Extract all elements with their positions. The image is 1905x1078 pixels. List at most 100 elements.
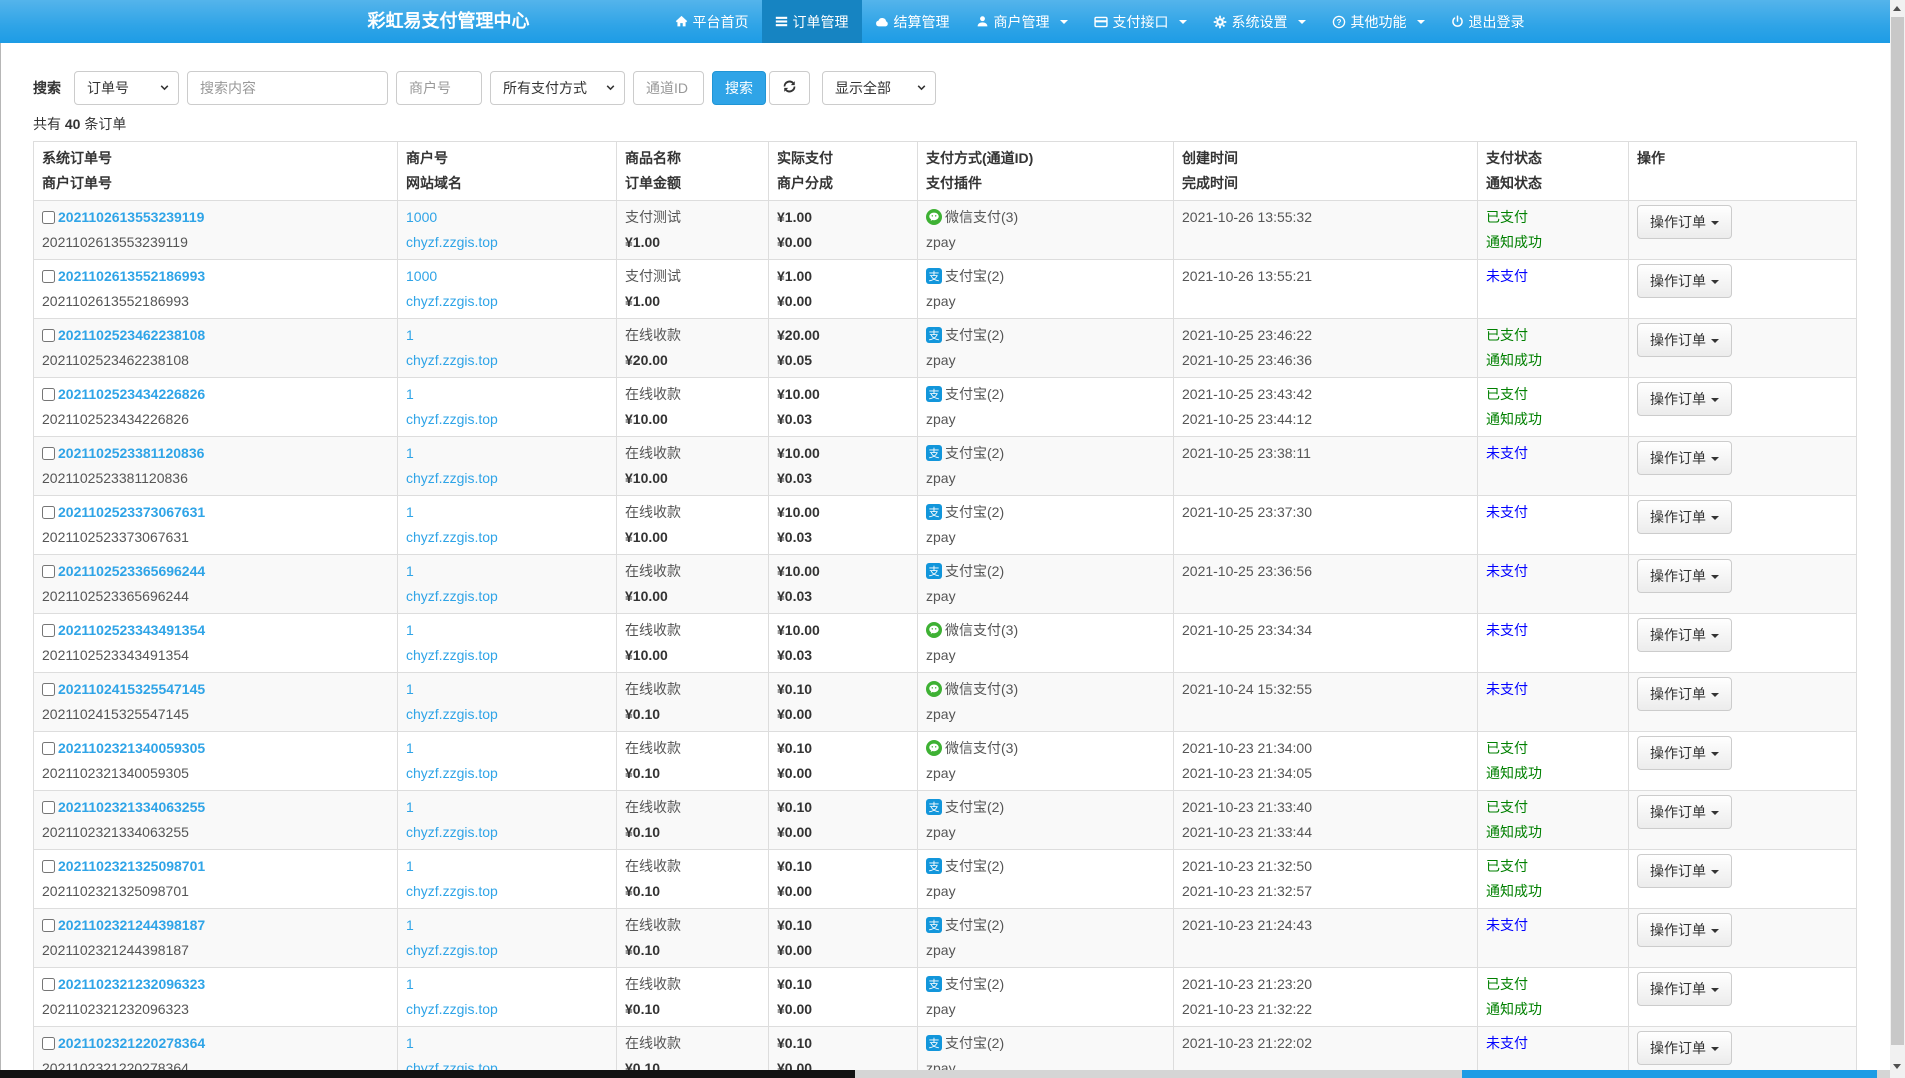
merchant-id-link[interactable]: 1 [406,858,414,874]
order-type-select[interactable]: 订单号 [74,71,179,105]
order-action-button[interactable]: 操作订单 [1637,854,1732,888]
merchant-id-link[interactable]: 1 [406,445,414,461]
order-action-button[interactable]: 操作订单 [1637,323,1732,357]
order-id-link[interactable]: 2021102321220278364 [58,1035,205,1051]
order-action-button[interactable]: 操作订单 [1637,677,1732,711]
order-action-button[interactable]: 操作订单 [1637,736,1732,770]
order-action-button[interactable]: 操作订单 [1637,500,1732,534]
order-checkbox[interactable] [42,1037,55,1050]
site-domain-link[interactable]: chyzf.zzgis.top [406,1001,498,1017]
order-action-button[interactable]: 操作订单 [1637,972,1732,1006]
merchant-id-link[interactable]: 1000 [406,209,437,225]
notify-status [1486,702,1620,727]
order-id-link[interactable]: 2021102415325547145 [58,681,205,697]
site-domain-link[interactable]: chyzf.zzgis.top [406,883,498,899]
merchant-id-link[interactable]: 1 [406,976,414,992]
merchant-id-link[interactable]: 1 [406,740,414,756]
order-id-link[interactable]: 2021102523343491354 [58,622,205,638]
order-checkbox[interactable] [42,683,55,696]
merchant-id-link[interactable]: 1 [406,799,414,815]
order-checkbox[interactable] [42,742,55,755]
order-checkbox[interactable] [42,860,55,873]
vertical-scrollbar-thumb[interactable] [1891,17,1904,1045]
order-checkbox[interactable] [42,447,55,460]
order-checkbox[interactable] [42,211,55,224]
order-id-link[interactable]: 2021102321325098701 [58,858,205,874]
order-checkbox[interactable] [42,270,55,283]
site-domain-link[interactable]: chyzf.zzgis.top [406,647,498,663]
vertical-scrollbar[interactable] [1890,0,1905,1078]
nav-item-settings[interactable]: 系统设置 [1200,0,1319,43]
order-id-link[interactable]: 2021102613552186993 [58,268,205,284]
horizontal-scrollbar[interactable] [0,1070,1890,1078]
nav-item-home[interactable]: 平台首页 [662,0,762,43]
order-action-button[interactable]: 操作订单 [1637,382,1732,416]
order-action-button[interactable]: 操作订单 [1637,441,1732,475]
paytype-select[interactable]: 所有支付方式 [490,71,625,105]
order-checkbox[interactable] [42,624,55,637]
merchant-id-link[interactable]: 1 [406,1035,414,1051]
search-button[interactable]: 搜索 [712,71,766,105]
order-id-link[interactable]: 2021102523373067631 [58,504,205,520]
refresh-button[interactable] [769,71,810,105]
site-domain-link[interactable]: chyzf.zzgis.top [406,588,498,604]
site-domain-line: chyzf.zzgis.top [406,997,608,1022]
order-checkbox[interactable] [42,388,55,401]
nav-item-settlement[interactable]: 结算管理 [862,0,963,43]
merchant-id-link[interactable]: 1 [406,917,414,933]
order-action-button[interactable]: 操作订单 [1637,795,1732,829]
search-bar: 搜索 订单号 所有支付方式 搜索 [33,71,1857,105]
order-checkbox[interactable] [42,919,55,932]
merchant-id-link[interactable]: 1 [406,327,414,343]
merchant-id-link[interactable]: 1 [406,563,414,579]
filter-select[interactable]: 显示全部 [822,71,936,105]
order-id-link[interactable]: 2021102523381120836 [58,445,204,461]
order-checkbox[interactable] [42,565,55,578]
merchant-id-link[interactable]: 1 [406,386,414,402]
order-action-button[interactable]: 操作订单 [1637,205,1732,239]
site-domain-link[interactable]: chyzf.zzgis.top [406,470,498,486]
nav-item-logout[interactable]: 退出登录 [1438,0,1538,43]
order-checkbox[interactable] [42,329,55,342]
search-content-input[interactable] [187,71,388,105]
merchant-id-link[interactable]: 1 [406,504,414,520]
merchant-id-input[interactable] [396,71,482,105]
order-id-link[interactable]: 2021102321340059305 [58,740,205,756]
site-domain-link[interactable]: chyzf.zzgis.top [406,352,498,368]
merchant-id-link[interactable]: 1 [406,622,414,638]
site-domain-link[interactable]: chyzf.zzgis.top [406,942,498,958]
order-action-button[interactable]: 操作订单 [1637,618,1732,652]
site-domain-link[interactable]: chyzf.zzgis.top [406,529,498,545]
site-domain-link[interactable]: chyzf.zzgis.top [406,411,498,427]
order-action-button[interactable]: 操作订单 [1637,1031,1732,1065]
nav-item-merchants[interactable]: 商户管理 [963,0,1081,43]
horizontal-scrollbar-thumb[interactable] [0,1070,855,1078]
order-id-link[interactable]: 2021102321244398187 [58,917,205,933]
site-domain-link[interactable]: chyzf.zzgis.top [406,706,498,722]
site-domain-link[interactable]: chyzf.zzgis.top [406,765,498,781]
order-id-link[interactable]: 2021102523434226826 [58,386,205,402]
order-checkbox[interactable] [42,801,55,814]
site-domain-link[interactable]: chyzf.zzgis.top [406,234,498,250]
order-action-button[interactable]: 操作订单 [1637,559,1732,593]
channel-id-input[interactable] [633,71,704,105]
scroll-down-arrow-icon[interactable] [1893,1064,1901,1069]
nav-item-orders[interactable]: 订单管理 [762,0,862,43]
merchant-id-link[interactable]: 1000 [406,268,437,284]
nav-item-other[interactable]: ?其他功能 [1319,0,1438,43]
order-id-link[interactable]: 2021102321334063255 [58,799,205,815]
nav-item-pay-api[interactable]: 支付接口 [1081,0,1200,43]
order-action-button[interactable]: 操作订单 [1637,264,1732,298]
order-id-link[interactable]: 2021102523462238108 [58,327,205,343]
site-domain-link[interactable]: chyzf.zzgis.top [406,293,498,309]
svg-text:支: 支 [929,1037,940,1050]
order-id-link[interactable]: 2021102523365696244 [58,563,205,579]
site-domain-link[interactable]: chyzf.zzgis.top [406,824,498,840]
order-id-link[interactable]: 2021102613553239119 [58,209,204,225]
order-action-button[interactable]: 操作订单 [1637,913,1732,947]
merchant-id-link[interactable]: 1 [406,681,414,697]
order-id-link[interactable]: 2021102321232096323 [58,976,205,992]
scroll-up-arrow-icon[interactable] [1893,6,1901,11]
order-checkbox[interactable] [42,506,55,519]
order-checkbox[interactable] [42,978,55,991]
